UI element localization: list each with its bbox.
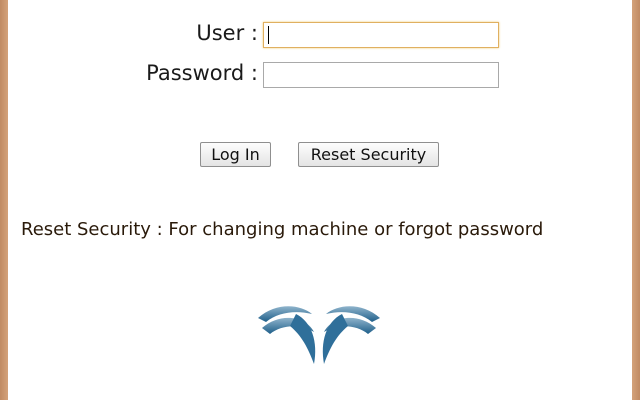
frame-border-right bbox=[632, 0, 640, 400]
wings-logo-icon bbox=[258, 306, 380, 364]
login-window: User : Password : Log In Reset Security … bbox=[0, 0, 640, 400]
user-input[interactable] bbox=[263, 22, 499, 48]
login-button[interactable]: Log In bbox=[200, 142, 271, 167]
password-input[interactable] bbox=[263, 62, 499, 88]
text-caret bbox=[268, 26, 269, 44]
reset-security-button[interactable]: Reset Security bbox=[298, 142, 439, 167]
password-label: Password : bbox=[146, 61, 258, 85]
frame-border-left bbox=[0, 0, 8, 400]
user-label: User : bbox=[196, 21, 258, 45]
reset-security-note: Reset Security : For changing machine or… bbox=[21, 219, 544, 240]
